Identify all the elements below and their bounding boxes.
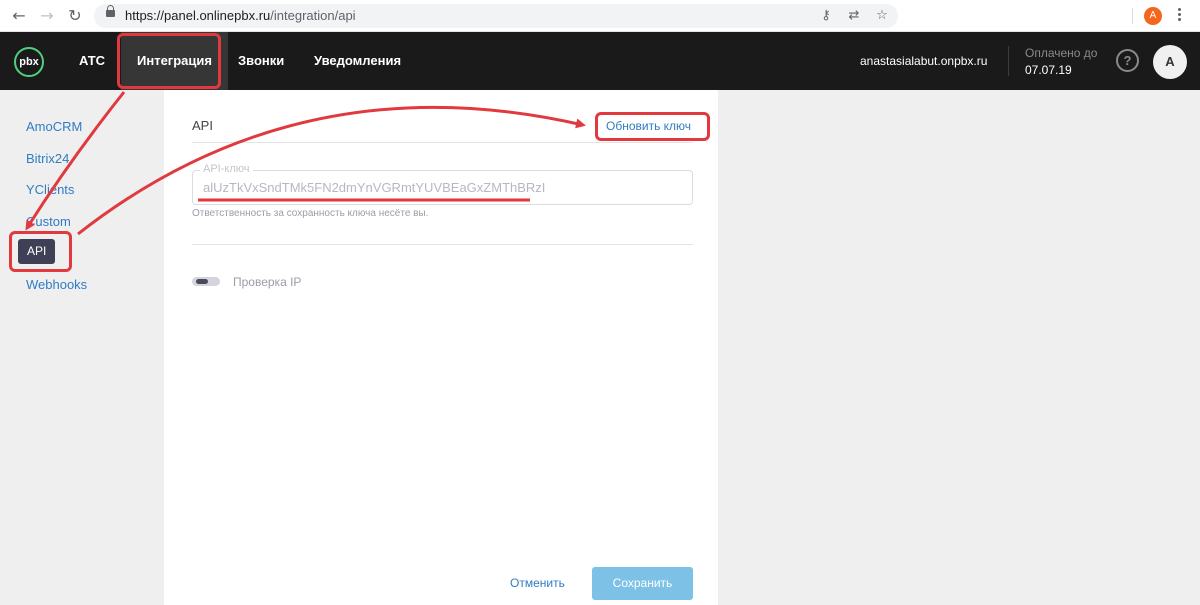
api-key-field[interactable] xyxy=(192,170,693,205)
section-divider xyxy=(192,244,693,245)
pbx-logo[interactable]: pbx xyxy=(14,47,44,77)
paid-until-date: 07.07.19 xyxy=(1025,63,1072,77)
ip-check-label: Проверка IP xyxy=(233,275,302,289)
title-divider xyxy=(192,142,693,143)
save-button[interactable]: Сохранить xyxy=(592,567,693,600)
lock-icon xyxy=(106,5,115,17)
app-header: pbx АТС Интеграция Звонки Уведомления an… xyxy=(0,32,1200,90)
url-text[interactable]: https://panel.onlinepbx.ru/integration/a… xyxy=(125,8,356,23)
page-title: API xyxy=(192,118,213,133)
cancel-button[interactable]: Отменить xyxy=(510,576,565,590)
account-domain[interactable]: anastasialabut.onpbx.ru xyxy=(860,54,987,68)
sidebar-item-api[interactable]: API xyxy=(18,239,56,264)
toolbar-divider xyxy=(1132,8,1133,24)
key-icon[interactable]: ⚷ xyxy=(817,7,835,25)
integration-sidebar: AmoCRM Bitrix24 YClients Custom API Webh… xyxy=(0,96,164,605)
sidebar-item-amocrm[interactable]: AmoCRM xyxy=(26,119,82,134)
translate-icon[interactable]: ⇄ xyxy=(845,7,863,25)
star-icon[interactable]: ☆ xyxy=(873,7,891,25)
api-settings-panel: API Обновить ключ API-ключ Ответственнос… xyxy=(164,90,718,605)
ip-check-toggle[interactable] xyxy=(192,277,220,286)
nav-calls[interactable]: Звонки xyxy=(222,32,300,90)
sidebar-item-custom[interactable]: Custom xyxy=(26,214,71,229)
help-icon[interactable]: ? xyxy=(1116,49,1139,72)
forward-icon[interactable]: → xyxy=(37,6,57,26)
browser-menu-icon[interactable] xyxy=(1176,6,1182,26)
header-divider xyxy=(1008,46,1009,76)
nav-integration[interactable]: Интеграция xyxy=(121,32,228,90)
refresh-key-link[interactable]: Обновить ключ xyxy=(606,119,691,133)
user-avatar[interactable]: A xyxy=(1153,45,1187,79)
nav-notifications[interactable]: Уведомления xyxy=(298,32,417,90)
browser-toolbar: ← → ↻ https://panel.onlinepbx.ru/integra… xyxy=(0,0,1200,32)
reload-icon[interactable]: ↻ xyxy=(65,6,85,26)
paid-until-label: Оплачено до xyxy=(1025,46,1098,60)
nav-ats[interactable]: АТС xyxy=(63,32,121,90)
sidebar-item-yclients[interactable]: YClients xyxy=(26,182,74,197)
address-bar[interactable]: https://panel.onlinepbx.ru/integration/a… xyxy=(94,4,898,28)
back-icon[interactable]: ← xyxy=(9,6,29,26)
sidebar-item-bitrix24[interactable]: Bitrix24 xyxy=(26,151,69,166)
sidebar-item-webhooks[interactable]: Webhooks xyxy=(26,277,87,292)
api-key-hint: Ответственность за сохранность ключа нес… xyxy=(192,208,429,219)
api-key-label: API-ключ xyxy=(200,163,253,175)
browser-profile-avatar[interactable]: A xyxy=(1144,7,1162,25)
